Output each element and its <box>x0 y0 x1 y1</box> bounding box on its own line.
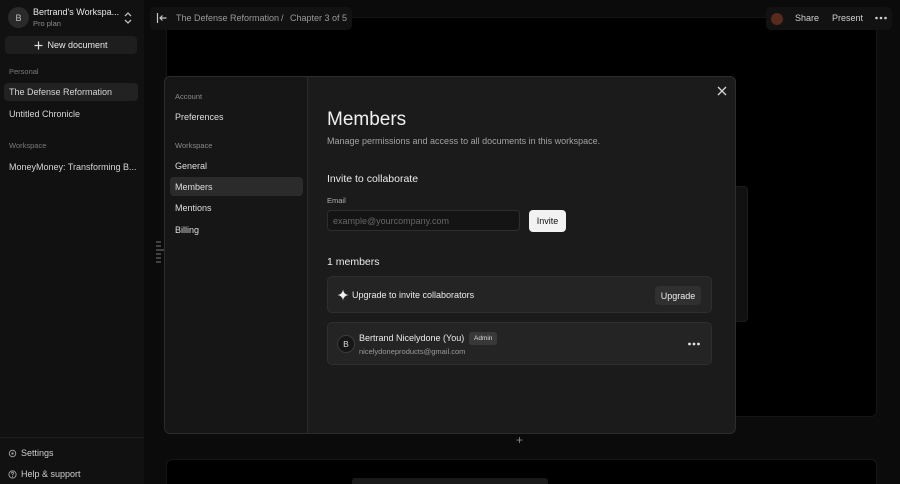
nav-section-workspace: Workspace <box>175 141 213 150</box>
section-workspace: Workspace <box>9 141 47 150</box>
sidebar-divider <box>0 437 144 438</box>
sidebar-item-defense-reformation[interactable]: The Defense Reformation <box>4 83 138 101</box>
workspace-avatar: B <box>8 7 29 28</box>
role-badge: Admin <box>469 332 498 345</box>
nav-item-general[interactable]: General <box>170 156 303 175</box>
plus-icon <box>34 41 43 49</box>
breadcrumb-separator: / <box>281 13 284 23</box>
sparkle-icon <box>337 289 349 301</box>
help-icon <box>8 469 17 479</box>
settings-nav: Account Preferences Workspace General Me… <box>165 77 308 433</box>
section-personal: Personal <box>9 67 39 76</box>
upgrade-text: Upgrade to invite collaborators <box>352 290 475 300</box>
breadcrumb-document[interactable]: The Defense Reformation <box>176 13 279 23</box>
settings-label: Settings <box>21 448 54 458</box>
email-label: Email <box>327 196 346 205</box>
member-email: nicelydoneproducts@gmail.com <box>359 347 466 356</box>
avatar: B <box>337 335 355 353</box>
email-field[interactable] <box>327 210 520 231</box>
new-document-button[interactable]: New document <box>5 36 137 54</box>
upgrade-button[interactable]: Upgrade <box>655 286 701 305</box>
avatar[interactable] <box>771 13 783 25</box>
breadcrumb-chapter[interactable]: Chapter 3 of 5 <box>290 13 347 23</box>
help-label: Help & support <box>21 469 81 479</box>
members-panel: Members Manage permissions and access to… <box>308 77 735 433</box>
close-icon[interactable] <box>716 85 728 97</box>
sidebar-item-moneymoney[interactable]: MoneyMoney: Transforming B... <box>4 158 138 176</box>
document-card <box>734 186 748 322</box>
nav-item-billing[interactable]: Billing <box>170 220 303 239</box>
member-row: B Bertrand Nicelydone (You) Admin nicely… <box>327 322 712 365</box>
settings-modal: Account Preferences Workspace General Me… <box>164 76 736 434</box>
collapse-sidebar-icon[interactable] <box>156 12 168 24</box>
sidebar: B Bertrand's Workspa... Pro plan New doc… <box>0 0 144 484</box>
new-document-label: New document <box>47 40 108 50</box>
present-button[interactable]: Present <box>832 13 863 23</box>
workspace-name: Bertrand's Workspa... <box>33 7 120 17</box>
invite-button[interactable]: Invite <box>529 210 566 232</box>
add-block-plus-icon[interactable]: + <box>516 433 523 447</box>
share-button[interactable]: Share <box>795 13 819 23</box>
invite-heading: Invite to collaborate <box>327 173 419 185</box>
help-support-button[interactable]: Help & support <box>4 465 138 483</box>
member-name: Bertrand Nicelydone (You) <box>359 333 465 343</box>
nav-item-mentions[interactable]: Mentions <box>170 198 303 217</box>
page-title: Members <box>327 109 407 130</box>
chevron-updown-icon <box>124 12 132 24</box>
workspace-plan: Pro plan <box>33 19 61 28</box>
members-count: 1 members <box>327 256 380 268</box>
settings-button[interactable]: Settings <box>4 444 138 462</box>
more-horizontal-icon[interactable] <box>687 339 701 349</box>
nav-item-preferences[interactable]: Preferences <box>170 107 303 126</box>
nav-section-account: Account <box>175 92 203 101</box>
sidebar-item-untitled-chronicle[interactable]: Untitled Chronicle <box>4 105 138 123</box>
gear-icon <box>8 449 17 457</box>
upgrade-banner: Upgrade to invite collaborators Upgrade <box>327 276 712 313</box>
more-horizontal-icon[interactable] <box>874 12 888 24</box>
document-block <box>352 478 548 484</box>
page-subtitle: Manage permissions and access to all doc… <box>327 136 601 146</box>
nav-item-members[interactable]: Members <box>170 177 303 196</box>
workspace-switcher[interactable]: B Bertrand's Workspa... Pro plan <box>6 5 138 31</box>
